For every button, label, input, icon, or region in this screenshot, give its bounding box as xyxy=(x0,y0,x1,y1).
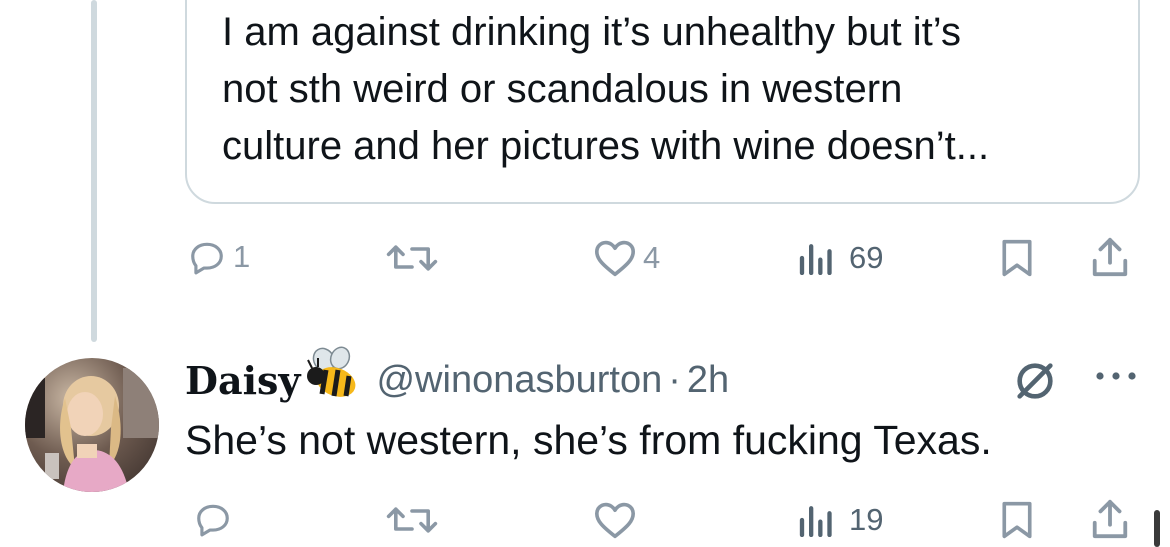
retweet-button[interactable] xyxy=(385,240,439,276)
retweet-icon xyxy=(386,245,438,271)
bee-emoji-icon xyxy=(304,346,362,409)
share-icon xyxy=(1092,237,1128,277)
avatar-photo xyxy=(25,358,159,492)
bookmark-icon xyxy=(1002,239,1032,277)
display-name[interactable]: Daisy xyxy=(185,358,300,403)
avatar[interactable] xyxy=(25,358,159,492)
like-icon xyxy=(594,240,635,277)
share-button[interactable] xyxy=(1088,236,1132,278)
retweet-button[interactable] xyxy=(385,502,439,538)
like-button[interactable] xyxy=(593,500,637,540)
user-handle[interactable]: @winonasburton xyxy=(376,359,662,402)
reply-tweet-action-bar: 19 xyxy=(0,494,1170,544)
timestamp[interactable]: 2h xyxy=(687,359,729,402)
bookmark-button[interactable] xyxy=(998,500,1036,540)
like-icon xyxy=(594,502,635,539)
views-count: 69 xyxy=(849,240,884,275)
more-icon xyxy=(1096,372,1136,380)
quoted-tweet-action-bar: 1 4 69 xyxy=(0,232,1170,282)
reply-tweet-text: She’s not western, she’s from fucking Te… xyxy=(185,417,992,463)
reply-count: 1 xyxy=(233,239,251,274)
views-count: 19 xyxy=(849,502,884,537)
share-button[interactable] xyxy=(1088,498,1132,540)
bookmark-button[interactable] xyxy=(998,238,1036,278)
reply-header: Daisy @winonasburton · 2h xyxy=(185,346,729,410)
thread-connector-line xyxy=(91,0,97,342)
reply-button[interactable] xyxy=(193,500,233,538)
views-button[interactable]: 19 xyxy=(797,502,883,538)
retweet-icon xyxy=(386,507,438,533)
reply-icon xyxy=(197,504,229,537)
more-button[interactable] xyxy=(1090,364,1142,393)
views-button[interactable]: 69 xyxy=(797,240,883,276)
scrollbar-thumb[interactable] xyxy=(1154,510,1160,547)
reply-button[interactable]: 1 xyxy=(187,238,250,276)
grok-button[interactable] xyxy=(1012,358,1058,409)
views-icon xyxy=(799,244,832,275)
like-count: 4 xyxy=(643,240,661,275)
bookmark-icon xyxy=(1002,501,1032,539)
quoted-tweet-text: I am against drinking it’s unhealthy but… xyxy=(222,4,1122,175)
separator-dot: · xyxy=(668,358,681,401)
share-icon xyxy=(1092,499,1128,539)
quoted-tweet-line: culture and her pictures with wine doesn… xyxy=(222,124,990,168)
like-button[interactable]: 4 xyxy=(593,238,660,278)
quoted-tweet-line: I am against drinking it’s unhealthy but… xyxy=(222,10,961,54)
reply-icon xyxy=(191,242,223,275)
grok-icon xyxy=(1017,363,1053,399)
views-icon xyxy=(799,506,832,537)
quoted-tweet-line: not sth weird or scandalous in western xyxy=(222,67,903,111)
